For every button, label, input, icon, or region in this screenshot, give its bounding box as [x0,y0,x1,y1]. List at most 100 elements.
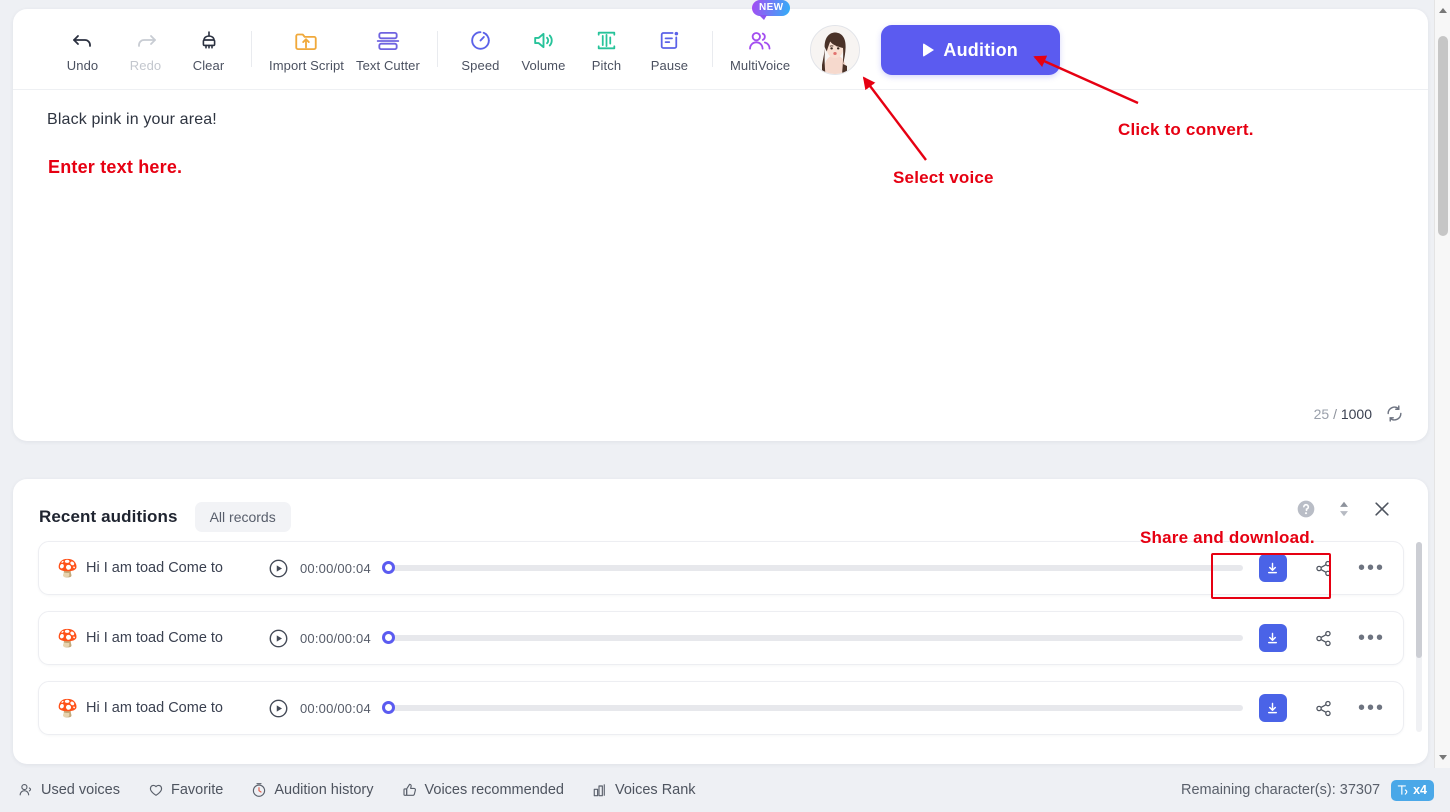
audition-time: 00:00/00:04 [300,560,371,576]
audition-button[interactable]: Audition [881,25,1061,75]
page-scrollbar-thumb[interactable] [1438,36,1448,236]
toolbar-item-text-cutter[interactable]: Text Cutter [350,9,426,79]
multiplier-label: x4 [1413,782,1427,797]
toolbar-item-speed[interactable]: Speed [449,9,512,79]
download-button[interactable] [1258,554,1287,582]
toolbar-divider-1 [251,31,252,67]
more-options-button[interactable]: ••• [1358,628,1385,648]
refresh-icon[interactable] [1385,404,1404,423]
voice-avatar-icon: 🍄 [57,558,79,578]
panel-title: Recent auditions [39,506,178,526]
all-records-button[interactable]: All records [194,501,291,532]
used-voices-icon [19,783,32,796]
help-icon[interactable] [1296,499,1316,519]
toolbar-label: Import Script [269,58,344,73]
audition-time: 00:00/00:04 [300,700,371,716]
download-button[interactable] [1258,694,1287,722]
scroll-up-arrow-icon[interactable] [1439,8,1447,13]
undo-icon [71,27,95,54]
avatar-photo [811,26,860,74]
char-limit: 1000 [1340,405,1372,422]
toolbar-label: Pitch [591,58,622,73]
voice-avatar-icon: 🍄 [57,628,79,648]
broom-icon [197,27,221,54]
more-options-button[interactable]: ••• [1358,558,1385,578]
app-root: Undo Redo Clear Import Script Text Cutte… [0,0,1450,812]
share-button[interactable] [1314,629,1333,648]
toolbar-item-multivoice[interactable]: NEW MultiVoice [724,0,796,79]
thumbs-up-icon [402,783,416,796]
remaining-characters: Remaining character(s): 37307 [1181,782,1381,798]
char-count: 25 [1313,405,1330,422]
progress-slider[interactable] [381,561,1243,574]
table-row[interactable]: 🍄 Hi I am toad Come to 00:00/00:04 ••• [38,541,1404,595]
audition-button-label: Audition [943,39,1018,60]
play-button[interactable] [268,698,289,719]
share-button[interactable] [1314,559,1333,578]
toolbar-item-pitch[interactable]: Pitch [575,9,638,79]
toolbar-item-import-script[interactable]: Import Script [263,9,350,79]
page-scrollbar[interactable] [1434,0,1450,768]
annotation-enter-text: Enter text here. [48,157,183,177]
slider-track [384,635,1243,641]
avatar[interactable] [810,25,861,75]
bar-chart-icon [593,784,605,797]
more-options-button[interactable]: ••• [1358,698,1385,718]
annotation-select-voice: Select voice [893,168,994,187]
toolbar-item-clear[interactable]: Clear [177,9,240,79]
progress-slider[interactable] [381,631,1243,644]
toolbar-item-volume[interactable]: Volume [512,9,575,79]
panel-header-actions [1296,499,1392,519]
table-row[interactable]: 🍄 Hi I am toad Come to 00:00/00:04 ••• [38,611,1404,665]
toolbar-label: Undo [66,58,99,73]
panel-scrollbar[interactable] [1416,542,1422,732]
close-icon[interactable] [1372,499,1392,519]
audition-name: Hi I am toad Come to [86,630,223,646]
editor-body[interactable]: Black pink in your area! 25 / 1000 [13,90,1428,440]
slider-knob[interactable] [381,631,395,644]
table-row[interactable]: 🍄 Hi I am toad Come to 00:00/00:04 ••• [38,681,1404,735]
recent-auditions-header: Recent auditions All records [13,479,1428,535]
bottom-link-audition-history[interactable]: Audition history [251,782,374,798]
slider-knob[interactable] [381,701,395,714]
audition-time: 00:00/00:04 [300,630,371,646]
toolbar-label: Text Cutter [355,58,420,73]
toolbar-item-undo[interactable]: Undo [51,9,114,79]
toolbar: Undo Redo Clear Import Script Text Cutte… [13,0,1428,90]
speed-icon [468,27,493,54]
multiplier-badge[interactable]: x4 [1391,779,1434,801]
toolbar-label: Volume [521,58,566,73]
bottom-link-used-voices[interactable]: Used voices [18,782,120,798]
text-cutter-icon [375,27,401,54]
clock-history-icon [253,783,266,797]
scroll-down-arrow-icon[interactable] [1439,755,1447,760]
editor-text[interactable]: Black pink in your area! [47,111,217,129]
audition-rows: 🍄 Hi I am toad Come to 00:00/00:04 ••• 🍄… [13,535,1428,735]
play-button[interactable] [268,628,289,649]
voice-avatar-icon: 🍄 [57,698,79,718]
bottom-link-voices-rank[interactable]: Voices Rank [592,782,696,798]
bottom-links: Used voices Favorite Audition history Vo… [0,782,696,798]
toolbar-label: MultiVoice [729,58,791,73]
toolbar-item-pause[interactable]: Pause [638,9,701,79]
share-button[interactable] [1314,699,1333,718]
bottom-link-label: Voices recommended [424,782,564,798]
annotation-click-convert: Click to convert. [1118,120,1254,139]
bottom-link-label: Voices Rank [614,782,696,798]
pitch-icon [594,27,619,54]
bottom-status-bar: Used voices Favorite Audition history Vo… [0,768,1450,812]
slider-knob[interactable] [381,561,395,574]
toolbar-item-redo[interactable]: Redo [114,9,177,79]
editor-card: Undo Redo Clear Import Script Text Cutte… [13,0,1428,441]
toolbar-label: Clear [192,58,225,73]
import-folder-icon [293,27,319,54]
sort-icon[interactable] [1336,500,1352,518]
bottom-link-voices-recommended[interactable]: Voices recommended [402,782,564,798]
download-button[interactable] [1258,624,1287,652]
progress-slider[interactable] [381,701,1243,714]
panel-scrollbar-thumb[interactable] [1416,542,1422,658]
toolbar-label: Speed [461,58,500,73]
slider-track [384,565,1243,571]
bottom-link-favorite[interactable]: Favorite [148,782,223,798]
play-button[interactable] [268,558,289,579]
